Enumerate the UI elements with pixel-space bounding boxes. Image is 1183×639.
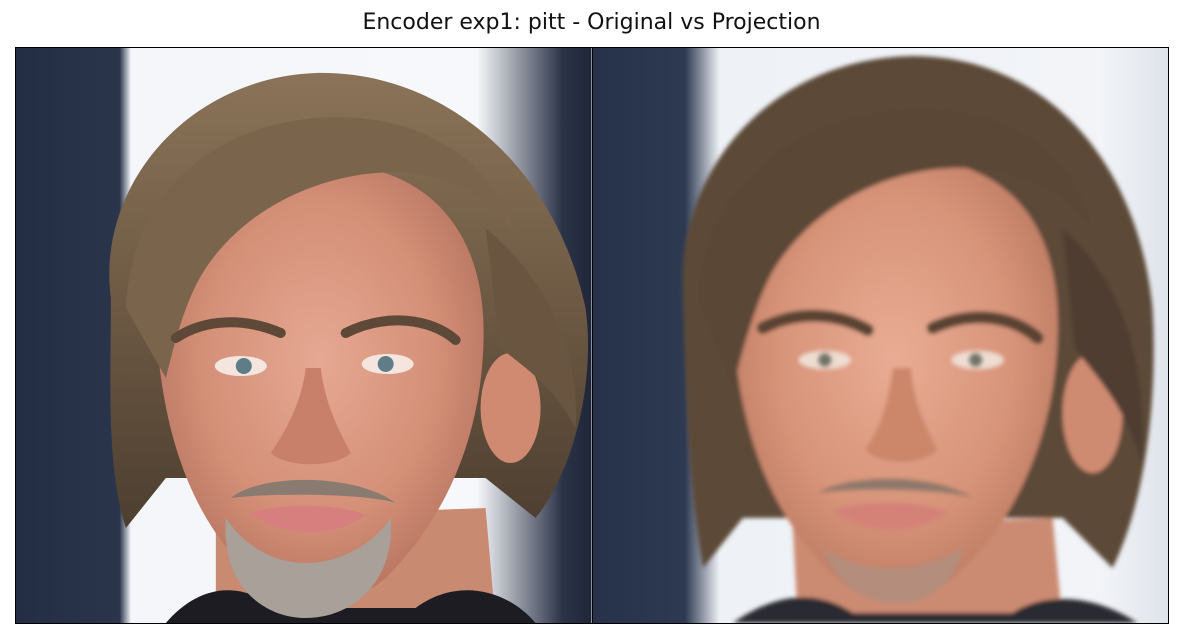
original-portrait-image bbox=[16, 48, 592, 623]
original-image-panel bbox=[16, 48, 592, 623]
figure-title: Encoder exp1: pitt - Original vs Project… bbox=[362, 10, 821, 35]
projection-image-panel bbox=[591, 48, 1168, 623]
comparison-image-frame bbox=[15, 47, 1169, 624]
projection-portrait-image bbox=[592, 48, 1168, 623]
